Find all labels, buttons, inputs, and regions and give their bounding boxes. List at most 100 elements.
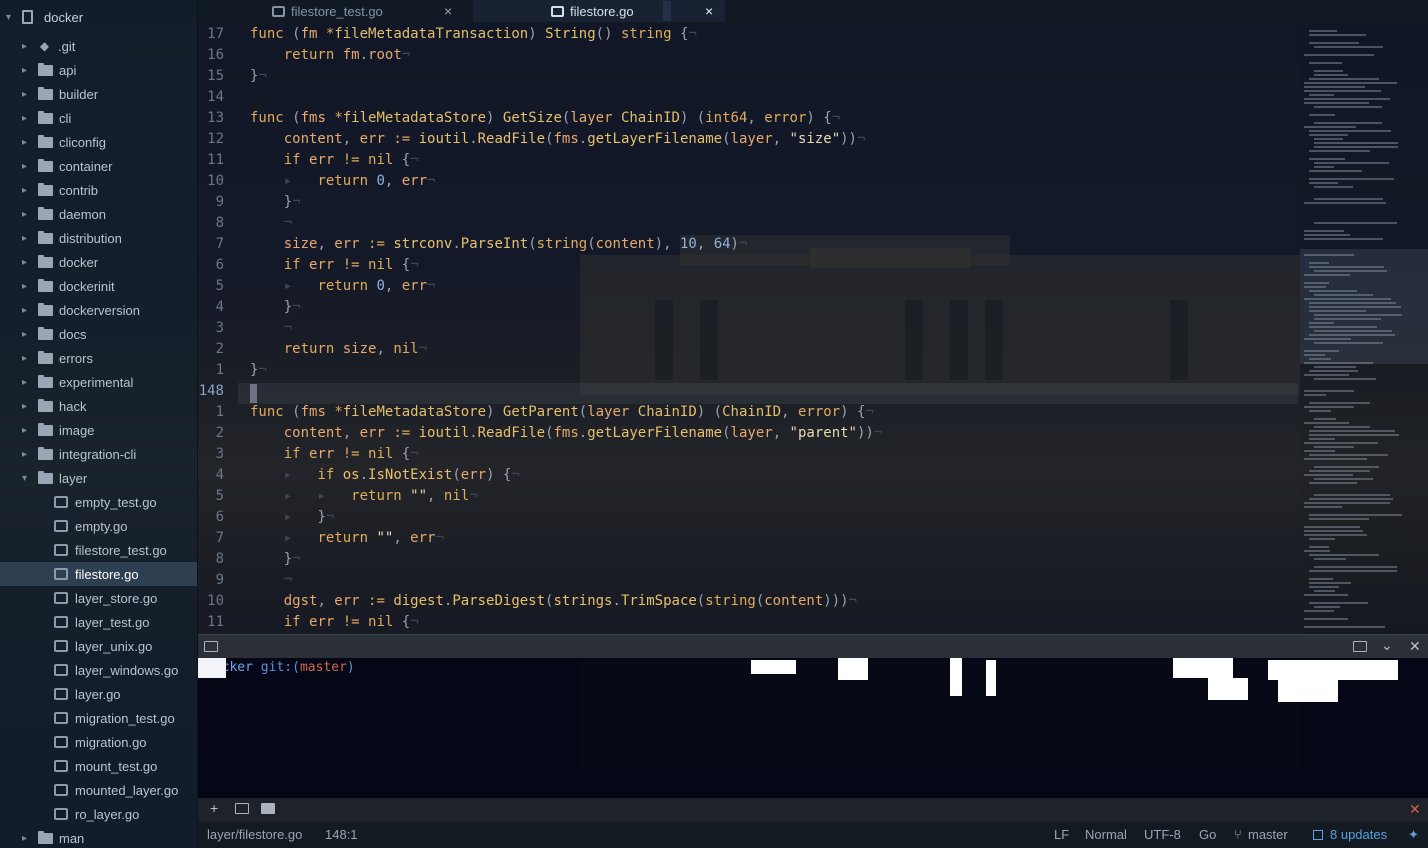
tree-folder[interactable]: ▸ hack: [0, 394, 197, 418]
code-line[interactable]: 16 return fm.root¬: [198, 45, 1300, 66]
tree-folder[interactable]: ▸ distribution: [0, 226, 197, 250]
tree-folder[interactable]: ▸ contrib: [0, 178, 197, 202]
tree-folder[interactable]: ▸ container: [0, 154, 197, 178]
code-line[interactable]: 10 dgst, err := digest.ParseDigest(strin…: [198, 591, 1300, 612]
terminal-tab-icon[interactable]: [235, 803, 249, 814]
tree-root[interactable]: ▾ docker: [0, 0, 197, 34]
code-editor[interactable]: 17 func (fm *fileMetadataTransaction) Str…: [198, 24, 1300, 634]
chevron-right-icon[interactable]: ▸: [22, 65, 34, 76]
code-line[interactable]: 8 ¬: [198, 213, 1300, 234]
chevron-down-icon[interactable]: ⌄: [1381, 637, 1393, 654]
tree-folder[interactable]: ▸ cli: [0, 106, 197, 130]
code-line[interactable]: 5 ▸ ▸ return "", nil¬: [198, 486, 1300, 507]
close-icon[interactable]: ×: [444, 3, 452, 19]
chevron-right-icon[interactable]: ▸: [22, 401, 34, 412]
close-icon[interactable]: ✕: [1409, 801, 1421, 818]
chevron-right-icon[interactable]: ▸: [22, 425, 34, 436]
status-grammar[interactable]: Go: [1199, 827, 1216, 842]
code-line[interactable]: 15}¬: [198, 66, 1300, 87]
tree-folder[interactable]: ▾ layer: [0, 466, 197, 490]
chevron-right-icon[interactable]: ▸: [22, 257, 34, 268]
tree-folder[interactable]: ▸ image: [0, 418, 197, 442]
code-line[interactable]: 4 }¬: [198, 297, 1300, 318]
tree-folder[interactable]: ▸ errors: [0, 346, 197, 370]
tree-folder[interactable]: ▸ ◆ .git: [0, 34, 197, 58]
tree-file[interactable]: layer_store.go: [0, 586, 197, 610]
tree-folder[interactable]: ▸ builder: [0, 82, 197, 106]
tree-folder[interactable]: ▸ dockerversion: [0, 298, 197, 322]
tree-file[interactable]: layer.go: [0, 682, 197, 706]
chevron-right-icon[interactable]: ▸: [22, 305, 34, 316]
tree-file[interactable]: mounted_layer.go: [0, 778, 197, 802]
terminal-tab-active-icon[interactable]: [261, 803, 275, 814]
tab-filestore[interactable]: filestore.go ×: [473, 0, 725, 22]
code-line[interactable]: 6 ▸ }¬: [198, 507, 1300, 528]
tree-folder[interactable]: ▸ docs: [0, 322, 197, 346]
chevron-right-icon[interactable]: ▸: [22, 113, 34, 124]
code-line[interactable]: 11 if err != nil {¬: [198, 612, 1300, 633]
status-encoding[interactable]: UTF-8: [1144, 827, 1181, 842]
chevron-right-icon[interactable]: ▸: [22, 449, 34, 460]
tree-folder[interactable]: ▸ man: [0, 826, 197, 848]
chevron-right-icon[interactable]: ▸: [22, 209, 34, 220]
close-icon[interactable]: ×: [705, 3, 713, 19]
status-cursor-position[interactable]: 148:1: [325, 827, 358, 842]
tree-file[interactable]: layer_unix.go: [0, 634, 197, 658]
code-line[interactable]: 2 return size, nil¬: [198, 339, 1300, 360]
tree-file[interactable]: migration.go: [0, 730, 197, 754]
chevron-right-icon[interactable]: ▸: [22, 833, 34, 844]
status-line-ending[interactable]: LF: [1054, 827, 1069, 842]
code-line[interactable]: 7 ▸ return "", err¬: [198, 528, 1300, 549]
tree-file[interactable]: filestore_test.go: [0, 538, 197, 562]
code-line[interactable]: 4 ▸ if os.IsNotExist(err) {¬: [198, 465, 1300, 486]
tree-file[interactable]: mount_test.go: [0, 754, 197, 778]
chevron-right-icon[interactable]: ▸: [22, 353, 34, 364]
tree-folder[interactable]: ▸ experimental: [0, 370, 197, 394]
tree-folder[interactable]: ▸ dockerinit: [0, 274, 197, 298]
chevron-right-icon[interactable]: ▸: [22, 377, 34, 388]
code-line[interactable]: 12 content, err := ioutil.ReadFile(fms.g…: [198, 129, 1300, 150]
tree-file[interactable]: ro_layer.go: [0, 802, 197, 826]
status-git-branch[interactable]: master: [1248, 827, 1288, 842]
tree-file[interactable]: empty.go: [0, 514, 197, 538]
tree-file[interactable]: layer_windows.go: [0, 658, 197, 682]
maximize-icon[interactable]: [1353, 641, 1367, 652]
chevron-right-icon[interactable]: ▸: [22, 281, 34, 292]
code-line[interactable]: 5 ▸ return 0, err¬: [198, 276, 1300, 297]
code-line[interactable]: 6 if err != nil {¬: [198, 255, 1300, 276]
code-line[interactable]: 3 if err != nil {¬: [198, 444, 1300, 465]
bird-icon[interactable]: ✦: [1408, 827, 1419, 843]
tree-folder[interactable]: ▸ integration-cli: [0, 442, 197, 466]
code-line[interactable]: 1}¬: [198, 360, 1300, 381]
code-line[interactable]: 9 ¬: [198, 570, 1300, 591]
tree-folder[interactable]: ▸ docker: [0, 250, 197, 274]
minimap[interactable]: [1300, 24, 1428, 634]
tree-folder[interactable]: ▸ cliconfig: [0, 130, 197, 154]
status-updates[interactable]: 8 updates: [1330, 827, 1387, 842]
chevron-right-icon[interactable]: ▸: [22, 137, 34, 148]
code-line[interactable]: 1 func (fms *fileMetadataStore) GetParent…: [198, 402, 1300, 423]
chevron-right-icon[interactable]: ▸: [22, 161, 34, 172]
chevron-down-icon[interactable]: ▾: [22, 473, 34, 484]
code-line[interactable]: 13 func (fms *fileMetadataStore) GetSize(…: [198, 108, 1300, 129]
tree-file[interactable]: empty_test.go: [0, 490, 197, 514]
chevron-right-icon[interactable]: ▸: [22, 329, 34, 340]
status-file-path[interactable]: layer/filestore.go: [207, 827, 302, 842]
tree-folder[interactable]: ▸ api: [0, 58, 197, 82]
chevron-right-icon[interactable]: ▸: [22, 41, 34, 52]
keyboard-icon[interactable]: [204, 641, 218, 652]
tab-filestore-test[interactable]: filestore_test.go ×: [272, 0, 462, 22]
code-line[interactable]: 11 if err != nil {¬: [198, 150, 1300, 171]
terminal[interactable]: docker git:(master): [198, 658, 1428, 798]
code-line[interactable]: 7 size, err := strconv.ParseInt(string(c…: [198, 234, 1300, 255]
code-line[interactable]: 148: [198, 381, 1300, 402]
code-line[interactable]: 8 }¬: [198, 549, 1300, 570]
chevron-right-icon[interactable]: ▸: [22, 185, 34, 196]
tree-file[interactable]: migration_test.go: [0, 706, 197, 730]
code-line[interactable]: 14: [198, 87, 1300, 108]
code-line[interactable]: 10 ▸ return 0, err¬: [198, 171, 1300, 192]
code-line[interactable]: 2 content, err := ioutil.ReadFile(fms.ge…: [198, 423, 1300, 444]
tree-file[interactable]: layer_test.go: [0, 610, 197, 634]
tree-folder[interactable]: ▸ daemon: [0, 202, 197, 226]
tree-file[interactable]: filestore.go: [0, 562, 197, 586]
